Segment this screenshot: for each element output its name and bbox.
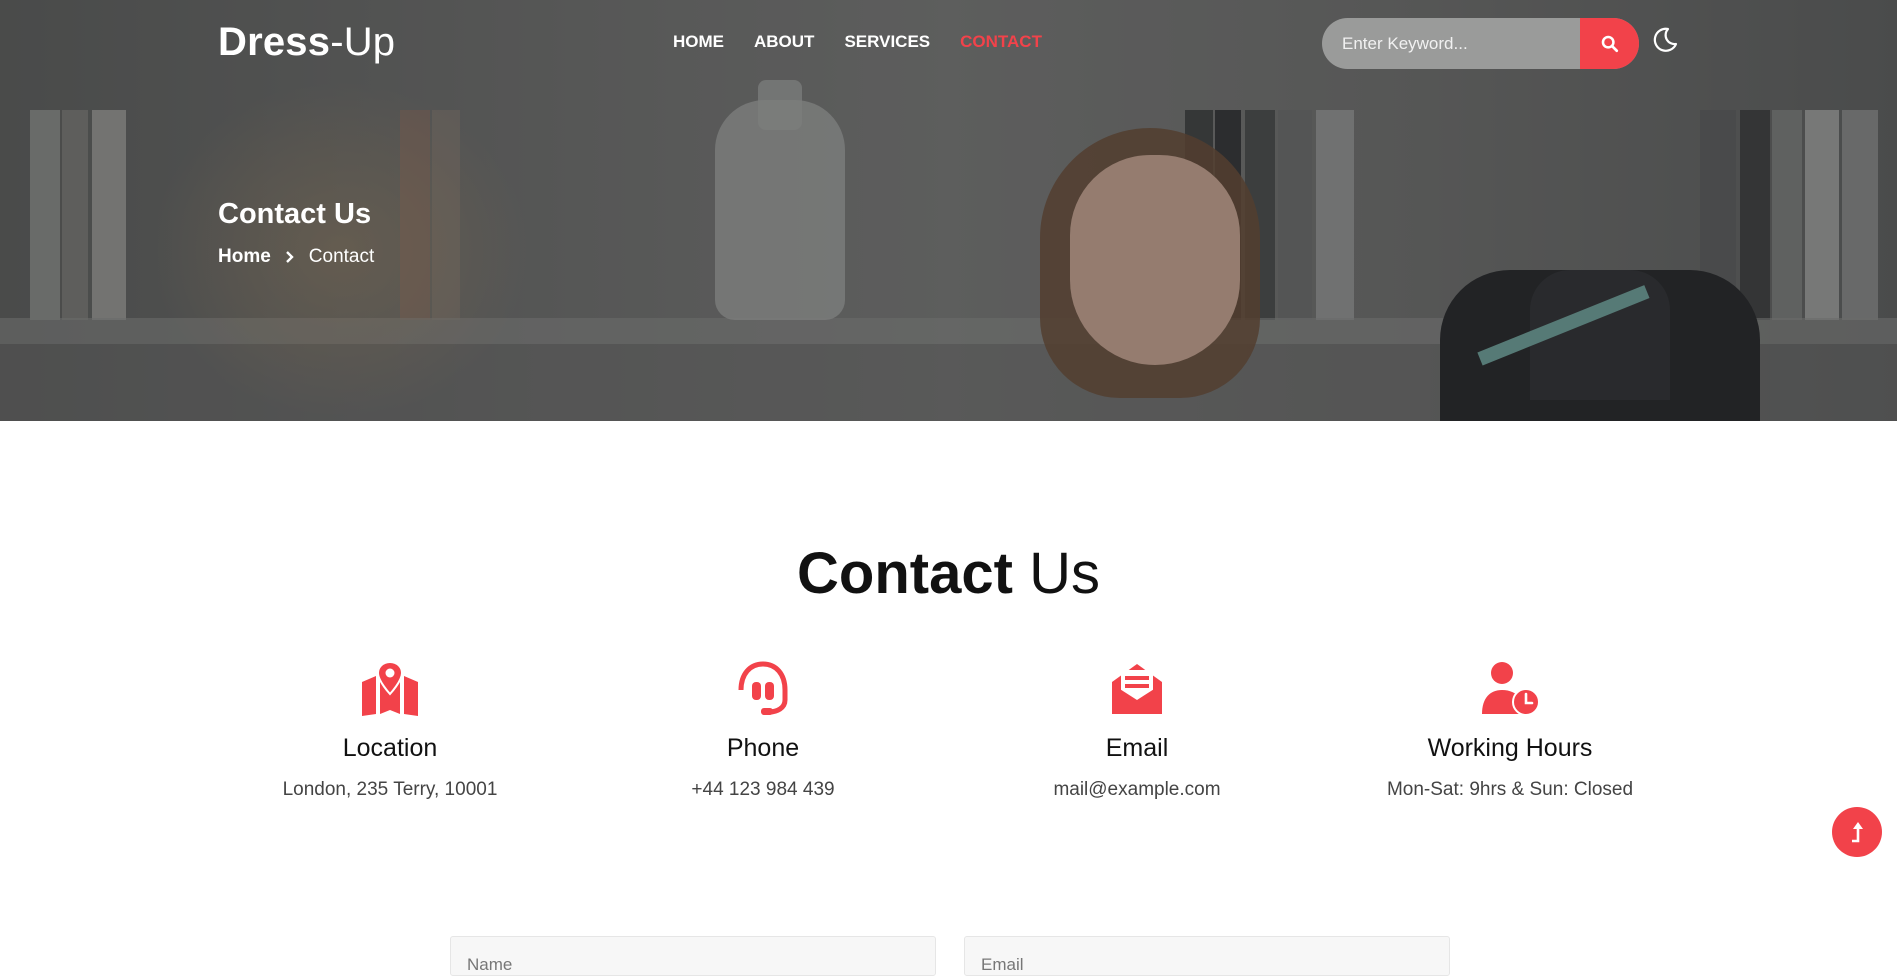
email-input[interactable]: [965, 937, 1449, 975]
breadcrumb-current: Contact: [308, 246, 375, 267]
brand-name-bold: Dress: [218, 20, 331, 64]
dark-mode-moon-icon[interactable]: [1651, 26, 1679, 54]
brand-name-light: -Up: [330, 20, 396, 64]
search-input[interactable]: [1322, 18, 1580, 69]
scroll-to-top-button[interactable]: [1832, 807, 1882, 857]
contact-card-working-hours: Working Hours Mon-Sat: 9hrs & Sun: Close…: [1360, 660, 1660, 801]
phone-value: +44 123 984 439: [691, 779, 835, 800]
section-title-bold: Contact: [797, 541, 1013, 606]
working-hours-value: Mon-Sat: 9hrs & Sun: Closed: [1386, 779, 1634, 800]
nav-home[interactable]: HOME: [673, 32, 724, 52]
search-bar: [1322, 18, 1639, 69]
arrow-up-icon: [1852, 822, 1863, 843]
chevron-right-icon: [285, 251, 294, 263]
working-hours-title: Working Hours: [1427, 734, 1593, 762]
name-input[interactable]: [451, 937, 935, 975]
contact-card-phone: Phone +44 123 984 439: [613, 660, 913, 801]
user-clock-icon: [1482, 662, 1540, 716]
nav-services[interactable]: SERVICES: [844, 32, 930, 52]
contact-card-location: Location London, 235 Terry, 10001: [240, 660, 540, 801]
envelope-open-icon: [1112, 664, 1162, 714]
location-value: London, 235 Terry, 10001: [282, 779, 498, 800]
breadcrumb-home-link[interactable]: Home: [218, 246, 271, 268]
contact-card-email: Email mail@example.com: [987, 660, 1287, 801]
main-nav: HOME ABOUT SERVICES CONTACT: [673, 32, 1072, 52]
search-button[interactable]: [1580, 18, 1639, 69]
email-value: mail@example.com: [1053, 779, 1221, 800]
breadcrumb: Home Contact: [218, 246, 374, 268]
contact-section-title: Contact Us: [0, 540, 1897, 607]
name-field: [450, 936, 936, 976]
phone-title: Phone: [726, 734, 800, 762]
nav-about[interactable]: ABOUT: [754, 32, 814, 52]
section-title-light: Us: [1029, 541, 1100, 606]
page-title: Contact Us: [218, 198, 372, 230]
location-title: Location: [342, 734, 438, 762]
brand-logo[interactable]: Dress-Up: [218, 20, 395, 65]
search-icon: [1601, 35, 1618, 52]
email-field: [964, 936, 1450, 976]
nav-contact[interactable]: CONTACT: [960, 32, 1042, 52]
email-title: Email: [1105, 734, 1169, 762]
map-location-icon: [362, 660, 418, 716]
headset-icon: [738, 661, 788, 715]
